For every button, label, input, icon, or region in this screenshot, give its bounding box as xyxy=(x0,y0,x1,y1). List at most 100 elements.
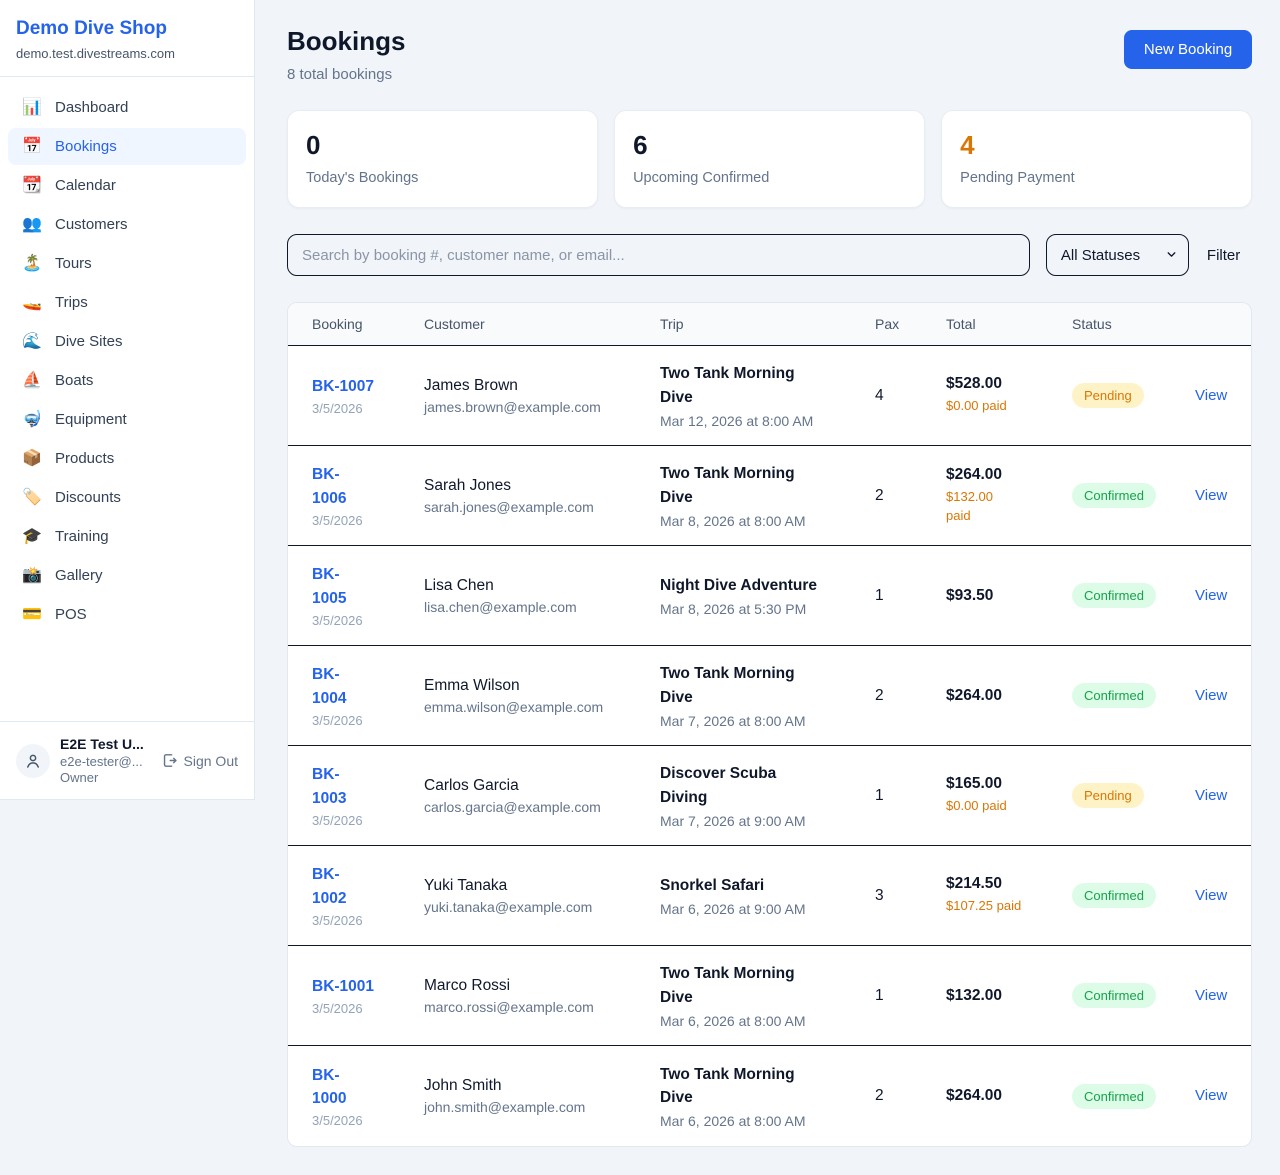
pax-count: 1 xyxy=(875,787,946,805)
sidebar-item-customers[interactable]: 👥 Customers xyxy=(8,206,246,243)
controls-row: All Statuses Filter xyxy=(287,234,1252,276)
total-amount: $264.00 xyxy=(946,1087,1072,1105)
view-link[interactable]: View xyxy=(1195,887,1227,904)
table-row: BK-1000 3/5/2026 John Smith john.smith@e… xyxy=(288,1046,1251,1146)
booking-date: 3/5/2026 xyxy=(312,713,424,728)
trip-name: Two Tank Morning Dive xyxy=(660,962,818,1009)
customer-email: john.smith@example.com xyxy=(424,1099,660,1115)
booking-date: 3/5/2026 xyxy=(312,1001,424,1016)
search-input[interactable] xyxy=(287,234,1030,276)
view-link[interactable]: View xyxy=(1195,387,1227,404)
booking-number-link[interactable]: BK-1002 xyxy=(312,863,346,910)
stat-label: Today's Bookings xyxy=(306,170,579,186)
sidebar-item-boats[interactable]: ⛵ Boats xyxy=(8,362,246,399)
booking-number-link[interactable]: BK-1005 xyxy=(312,563,346,610)
view-link[interactable]: View xyxy=(1195,687,1227,704)
pax-count: 1 xyxy=(875,587,946,605)
total-amount: $93.50 xyxy=(946,587,1072,605)
people-icon: 👥 xyxy=(22,217,42,233)
total-amount: $214.50 xyxy=(946,875,1072,893)
speedboat-icon: 🚤 xyxy=(22,295,42,311)
view-link[interactable]: View xyxy=(1195,587,1227,604)
customer-email: emma.wilson@example.com xyxy=(424,699,660,715)
sidebar-item-products[interactable]: 📦 Products xyxy=(8,440,246,477)
pax-count: 1 xyxy=(875,987,946,1005)
status-filter-select[interactable]: All Statuses xyxy=(1046,234,1189,276)
view-link[interactable]: View xyxy=(1195,487,1227,504)
calendar-icon: 📅 xyxy=(22,139,42,155)
booking-number-link[interactable]: BK-1006 xyxy=(312,463,346,510)
user-email: e2e-tester@... xyxy=(60,754,151,769)
customer-name: John Smith xyxy=(424,1077,660,1095)
sidebar-item-pos[interactable]: 💳 POS xyxy=(8,596,246,633)
trip-name: Two Tank Morning Dive xyxy=(660,662,818,709)
booking-number-link[interactable]: BK-1003 xyxy=(312,763,346,810)
sign-out-button[interactable]: Sign Out xyxy=(161,752,238,769)
table-row: BK-1007 3/5/2026 James Brown james.brown… xyxy=(288,346,1251,446)
page-title: Bookings xyxy=(287,26,405,57)
trip-name: Discover Scuba Diving xyxy=(660,762,818,809)
sidebar-item-discounts[interactable]: 🏷️ Discounts xyxy=(8,479,246,516)
booking-number-link[interactable]: BK-1000 xyxy=(312,1064,346,1111)
sidebar: Demo Dive Shop demo.test.divestreams.com… xyxy=(0,0,255,800)
customer-name: Carlos Garcia xyxy=(424,777,660,795)
sidebar-item-equipment[interactable]: 🤿 Equipment xyxy=(8,401,246,438)
sidebar-item-dive-sites[interactable]: 🌊 Dive Sites xyxy=(8,323,246,360)
status-select-wrap: All Statuses xyxy=(1046,234,1189,276)
booking-date: 3/5/2026 xyxy=(312,1113,424,1128)
view-link[interactable]: View xyxy=(1195,787,1227,804)
customer-name: Emma Wilson xyxy=(424,677,660,695)
sidebar-item-training[interactable]: 🎓 Training xyxy=(8,518,246,555)
booking-number-link[interactable]: BK-1001 xyxy=(312,975,374,998)
sidebar-item-bookings[interactable]: 📅 Bookings xyxy=(8,128,246,165)
bar-chart-icon: 📊 xyxy=(22,100,42,116)
brand-name: Demo Dive Shop xyxy=(16,18,238,40)
booking-number-link[interactable]: BK-1004 xyxy=(312,663,346,710)
page-header: Bookings 8 total bookings New Booking xyxy=(287,26,1252,83)
status-badge: Pending xyxy=(1072,783,1144,808)
sidebar-item-gallery[interactable]: 📸 Gallery xyxy=(8,557,246,594)
status-badge: Confirmed xyxy=(1072,883,1156,908)
trip-datetime: Mar 6, 2026 at 8:00 AM xyxy=(660,1013,875,1029)
filter-button[interactable]: Filter xyxy=(1207,247,1240,264)
trip-datetime: Mar 8, 2026 at 5:30 PM xyxy=(660,601,875,617)
view-link[interactable]: View xyxy=(1195,987,1227,1004)
sidebar-item-calendar[interactable]: 📆 Calendar xyxy=(8,167,246,204)
status-badge: Confirmed xyxy=(1072,683,1156,708)
total-amount: $264.00 xyxy=(946,466,1072,484)
table-row: BK-1006 3/5/2026 Sarah Jones sarah.jones… xyxy=(288,446,1251,546)
view-link[interactable]: View xyxy=(1195,1087,1227,1104)
sidebar-item-trips[interactable]: 🚤 Trips xyxy=(8,284,246,321)
customer-name: Sarah Jones xyxy=(424,477,660,495)
sidebar-item-dashboard[interactable]: 📊 Dashboard xyxy=(8,89,246,126)
tag-icon: 🏷️ xyxy=(22,490,42,506)
user-role: Owner xyxy=(60,770,151,785)
new-booking-button[interactable]: New Booking xyxy=(1124,30,1252,69)
pax-count: 2 xyxy=(875,1087,946,1105)
pax-count: 3 xyxy=(875,887,946,905)
trip-name: Two Tank Morning Dive xyxy=(660,1063,818,1110)
stat-value: 0 xyxy=(306,130,579,161)
booking-date: 3/5/2026 xyxy=(312,913,424,928)
customer-email: lisa.chen@example.com xyxy=(424,599,660,615)
customer-email: james.brown@example.com xyxy=(424,399,660,415)
column-header-total: Total xyxy=(946,316,1072,332)
status-badge: Confirmed xyxy=(1072,983,1156,1008)
brand: Demo Dive Shop demo.test.divestreams.com xyxy=(0,0,254,77)
main-content: Bookings 8 total bookings New Booking 0 … xyxy=(255,0,1280,1175)
booking-number-link[interactable]: BK-1007 xyxy=(312,375,374,398)
table-row: BK-1002 3/5/2026 Yuki Tanaka yuki.tanaka… xyxy=(288,846,1251,946)
customer-email: sarah.jones@example.com xyxy=(424,499,660,515)
stats-row: 0 Today's Bookings 6 Upcoming Confirmed … xyxy=(287,110,1252,208)
trip-name: Two Tank Morning Dive xyxy=(660,462,818,509)
stat-card: 4 Pending Payment xyxy=(941,110,1252,208)
total-amount: $165.00 xyxy=(946,775,1072,793)
total-amount: $528.00 xyxy=(946,375,1072,393)
paid-amount: $107.25 paid xyxy=(946,897,1072,916)
customer-name: Yuki Tanaka xyxy=(424,877,660,895)
table-row: BK-1005 3/5/2026 Lisa Chen lisa.chen@exa… xyxy=(288,546,1251,646)
trip-datetime: Mar 8, 2026 at 8:00 AM xyxy=(660,513,875,529)
customer-email: carlos.garcia@example.com xyxy=(424,799,660,815)
table-row: BK-1001 3/5/2026 Marco Rossi marco.rossi… xyxy=(288,946,1251,1046)
sidebar-item-tours[interactable]: 🏝️ Tours xyxy=(8,245,246,282)
